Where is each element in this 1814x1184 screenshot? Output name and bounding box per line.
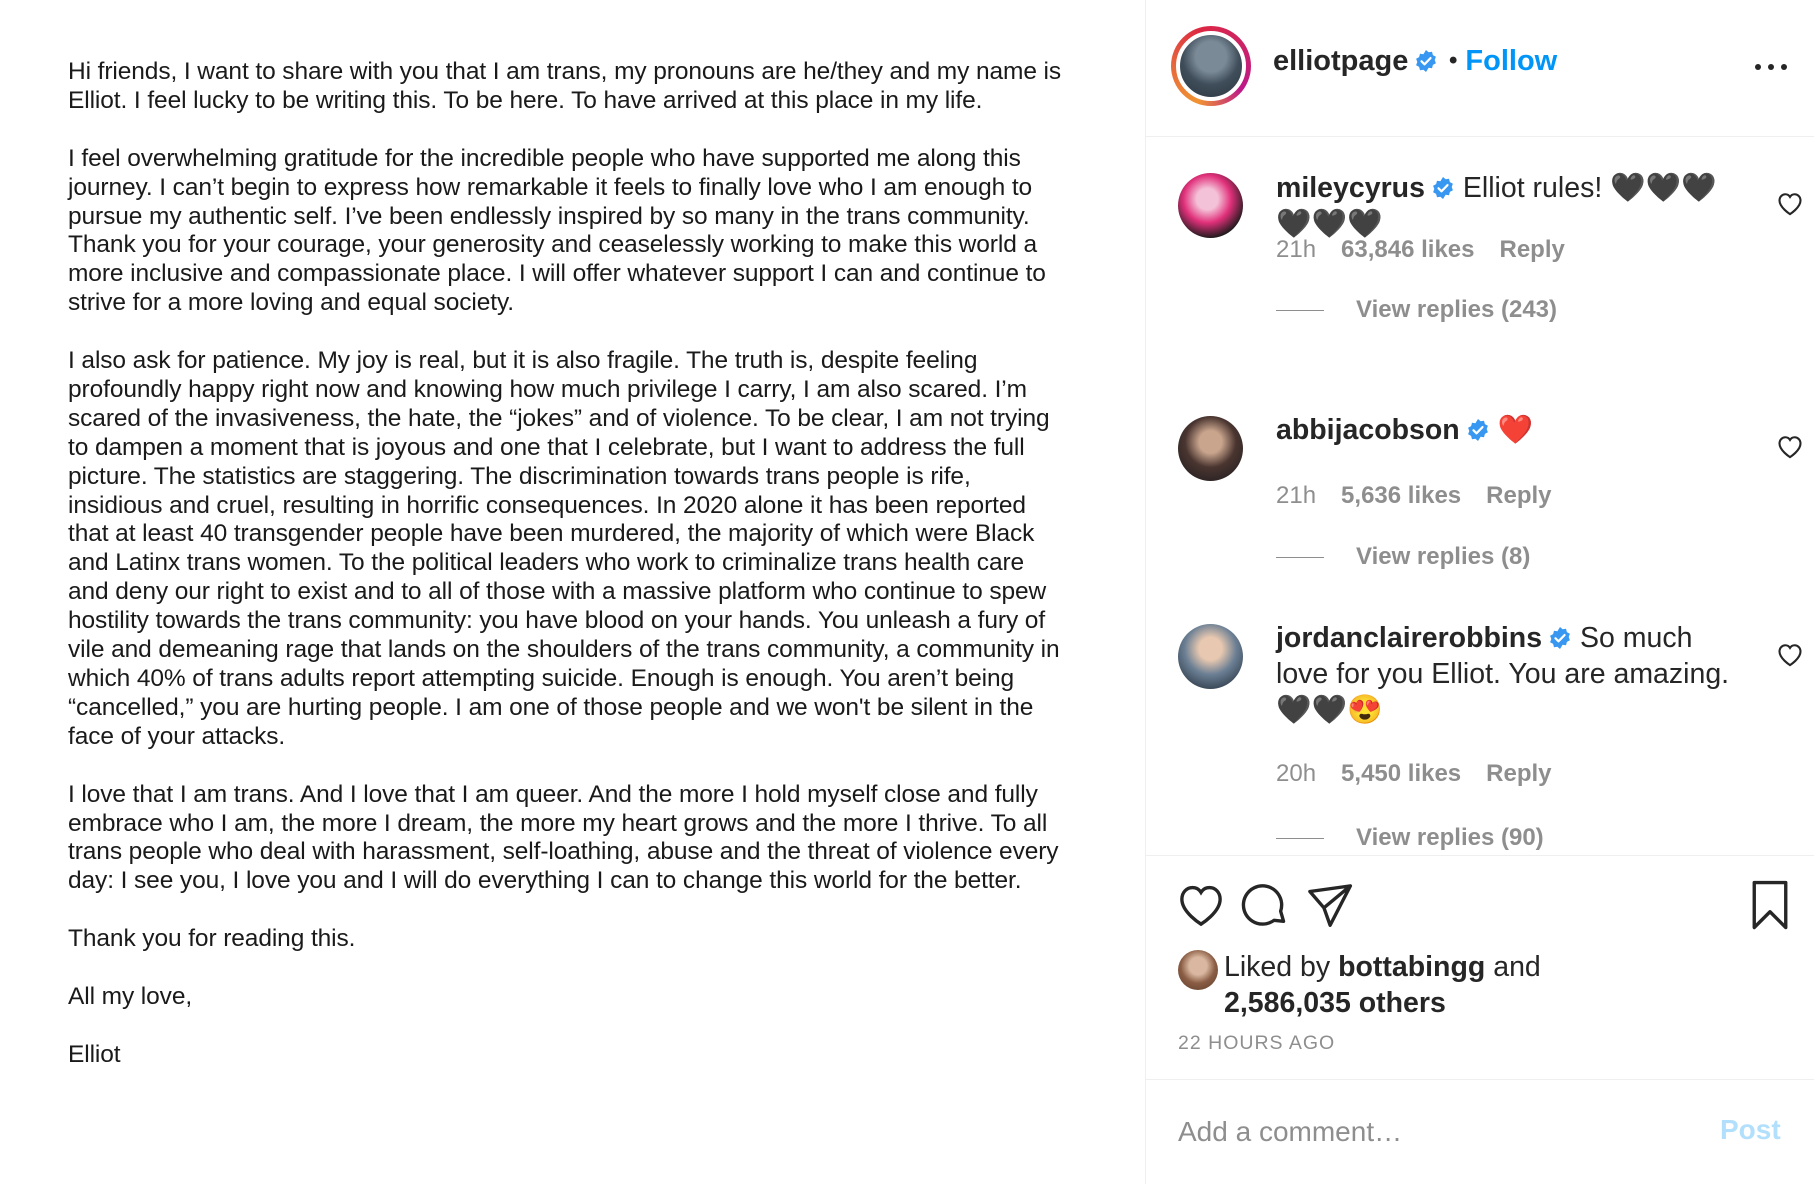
share-icon[interactable]: [1302, 878, 1356, 932]
comment-username[interactable]: jordanclairerobbins: [1276, 622, 1542, 654]
comment-age: 21h: [1276, 482, 1317, 509]
comment-username[interactable]: abbijacobson: [1276, 414, 1460, 446]
comment-text: ❤️: [1497, 414, 1534, 446]
post-header: elliotpage • Follow: [1146, 0, 1814, 137]
post-actions: Liked by bottabingg and 2,586,035 others…: [1146, 855, 1814, 1085]
verified-badge-icon: [1467, 419, 1488, 441]
view-replies-label: View replies (90): [1356, 824, 1544, 851]
comment-like-heart-icon[interactable]: [1776, 433, 1804, 459]
add-comment-bar: Post: [1146, 1079, 1814, 1184]
comment-meta: 21h 63,846 likes Reply: [1276, 236, 1565, 264]
comment-icon[interactable]: [1238, 878, 1292, 932]
add-comment-input[interactable]: [1178, 1112, 1698, 1152]
verified-badge-icon: [1550, 627, 1570, 649]
author-avatar-story-ring[interactable]: [1171, 26, 1251, 106]
verified-badge-icon: [1416, 50, 1437, 72]
letter-paragraph-5: Thank you for reading this.: [68, 925, 356, 953]
commenter-avatar[interactable]: [1178, 173, 1243, 238]
view-replies-label: View replies (8): [1356, 543, 1531, 570]
like-heart-icon[interactable]: [1174, 878, 1228, 932]
comment-username[interactable]: mileycyrus: [1276, 172, 1425, 204]
separator-dot: •: [1449, 47, 1458, 74]
comment-like-heart-icon[interactable]: [1776, 641, 1804, 667]
commenter-avatar[interactable]: [1178, 416, 1243, 481]
comment-like-heart-icon[interactable]: [1776, 190, 1804, 216]
follow-row: • Follow: [1449, 45, 1557, 78]
author-username-row: elliotpage: [1273, 45, 1438, 78]
post-timestamp[interactable]: 22 HOURS AGO: [1178, 1032, 1335, 1055]
likes-line-1: Liked by bottabingg and: [1224, 949, 1541, 985]
more-options-icon[interactable]: [1751, 52, 1791, 82]
comment-likes[interactable]: 5,636 likes: [1341, 482, 1461, 510]
more-dot: [1781, 64, 1787, 70]
liker-avatar[interactable]: [1178, 950, 1218, 990]
comment-meta: 20h 5,450 likes Reply: [1276, 760, 1552, 788]
replies-divider-line: [1276, 837, 1324, 839]
comment-meta: 21h 5,636 likes Reply: [1276, 482, 1552, 510]
comment-body: jordanclairerobbins So much love for you…: [1276, 620, 1736, 728]
comment-body: mileycyrus Elliot rules! 🖤🖤🖤🖤🖤🖤: [1276, 170, 1736, 242]
letter-signature: Elliot: [68, 1040, 121, 1068]
liked-by-user[interactable]: bottabingg: [1338, 951, 1485, 983]
letter-paragraph-4: I love that I am trans. And I love that …: [68, 780, 1059, 895]
view-replies-button[interactable]: View replies (8): [1276, 543, 1530, 571]
comment-likes[interactable]: 5,450 likes: [1341, 760, 1461, 788]
likes-count[interactable]: 2,586,035 others: [1224, 985, 1446, 1021]
comment-body: abbijacobson ❤️: [1276, 412, 1736, 448]
replies-divider-line: [1276, 556, 1324, 558]
post-comment-button[interactable]: Post: [1720, 1114, 1781, 1146]
bookmark-icon[interactable]: [1743, 878, 1797, 932]
comment-age: 21h: [1276, 236, 1317, 263]
comment-reply-button[interactable]: Reply: [1486, 760, 1551, 788]
more-dot: [1768, 64, 1774, 70]
post-image: Hi friends, I want to share with you tha…: [0, 0, 1145, 1184]
author-username[interactable]: elliotpage: [1273, 45, 1408, 77]
more-dot: [1755, 64, 1761, 70]
commenter-avatar[interactable]: [1178, 624, 1243, 689]
author-avatar[interactable]: [1176, 31, 1246, 101]
verified-badge-icon: [1433, 177, 1453, 199]
view-replies-label: View replies (243): [1356, 296, 1557, 323]
letter-text: Hi friends, I want to share with you tha…: [68, 58, 1068, 1070]
comment-reply-button[interactable]: Reply: [1486, 482, 1551, 510]
liked-by-joiner: and: [1493, 951, 1541, 983]
comment-age: 20h: [1276, 760, 1317, 787]
comment-reply-button[interactable]: Reply: [1500, 236, 1565, 264]
comments-list[interactable]: mileycyrus Elliot rules! 🖤🖤🖤🖤🖤🖤 21h 63,8…: [1146, 138, 1814, 854]
replies-divider-line: [1276, 309, 1324, 311]
liked-by-prefix: Liked by: [1224, 951, 1331, 983]
letter-paragraph-1: Hi friends, I want to share with you tha…: [68, 58, 1062, 114]
letter-paragraph-3: I also ask for patience. My joy is real,…: [68, 347, 1060, 750]
view-replies-button[interactable]: View replies (243): [1276, 296, 1557, 324]
post-sidebar: elliotpage • Follow mileycyrus Elliot rul…: [1145, 0, 1814, 1184]
follow-button[interactable]: Follow: [1465, 45, 1557, 77]
view-replies-button[interactable]: View replies (90): [1276, 824, 1544, 852]
letter-paragraph-2: I feel overwhelming gratitude for the in…: [68, 144, 1046, 317]
letter-paragraph-6: All my love,: [68, 982, 193, 1010]
comment-likes[interactable]: 63,846 likes: [1341, 236, 1474, 264]
